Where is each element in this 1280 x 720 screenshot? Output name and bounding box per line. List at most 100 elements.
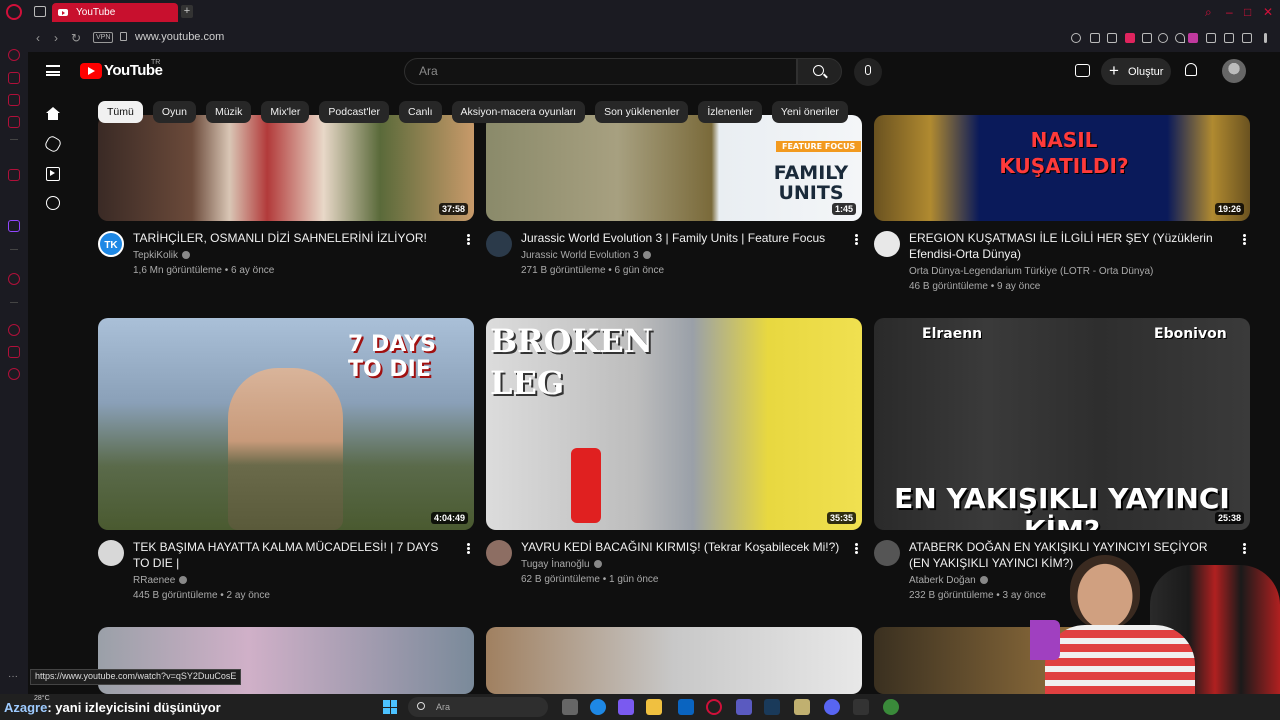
edge-icon[interactable]: [590, 699, 606, 715]
shorts-icon[interactable]: [43, 134, 63, 154]
video-thumbnail[interactable]: BROKEN LEG 35:35: [486, 318, 862, 530]
chat-username: Azagre: [4, 700, 48, 715]
app-icon[interactable]: [794, 699, 810, 715]
steam-icon[interactable]: [764, 699, 780, 715]
chip-all[interactable]: Tümü: [98, 101, 143, 123]
player-icon[interactable]: [8, 273, 20, 285]
more-icon[interactable]: ···: [8, 671, 20, 683]
taskbar-search-placeholder: Ara: [436, 702, 451, 712]
settings-sidebar-icon[interactable]: [8, 368, 20, 380]
teams-icon[interactable]: [736, 699, 752, 715]
channel-avatar[interactable]: [874, 231, 900, 257]
discord-icon[interactable]: [824, 699, 840, 715]
chip-action-adventure[interactable]: Aksiyon-macera oyunları: [451, 101, 586, 123]
file-explorer-icon[interactable]: [646, 699, 662, 715]
more-actions-icon[interactable]: [467, 238, 470, 241]
search-input[interactable]: [419, 64, 779, 78]
menu-icon[interactable]: [1264, 33, 1267, 43]
extensions-sidebar-icon[interactable]: [8, 346, 20, 358]
video-title[interactable]: Jurassic World Evolution 3 | Family Unit…: [521, 230, 841, 246]
more-actions-icon[interactable]: [855, 238, 858, 241]
video-duration: 1:45: [831, 203, 856, 215]
more-actions-icon[interactable]: [467, 547, 470, 550]
back-icon[interactable]: ‹: [36, 31, 40, 45]
thumbnail-text: 7 DAYS TO DIE: [348, 332, 436, 382]
workspace-icon[interactable]: [8, 72, 20, 84]
notifications-bell-icon[interactable]: [1185, 63, 1197, 76]
opera-taskbar-icon[interactable]: [706, 699, 722, 715]
app-icon[interactable]: [883, 699, 899, 715]
channel-name[interactable]: Ataberk Doğan: [909, 575, 988, 586]
you-icon[interactable]: [46, 196, 60, 210]
chip-mixes[interactable]: Mix'ler: [261, 101, 310, 123]
chip-gaming[interactable]: Oyun: [152, 101, 196, 123]
plus-icon: +: [1109, 61, 1119, 80]
more-actions-icon[interactable]: [1243, 238, 1246, 241]
twitch-icon[interactable]: [8, 220, 20, 232]
forward-icon[interactable]: ›: [54, 31, 58, 45]
epic-games-icon[interactable]: [853, 699, 869, 715]
tab-islands-icon[interactable]: [34, 6, 46, 17]
video-title[interactable]: YAVRU KEDİ BACAĞINI KIRMIŞ! (Tekrar Koşa…: [521, 539, 841, 555]
chip-recently-uploaded[interactable]: Son yüklenenler: [595, 101, 689, 123]
music-icon[interactable]: [8, 116, 20, 128]
microphone-icon: [865, 65, 871, 75]
channel-avatar[interactable]: [874, 540, 900, 566]
taskbar-search[interactable]: Ara: [408, 697, 548, 717]
sidebar-divider: [10, 139, 18, 140]
video-thumbnail[interactable]: 7 DAYS TO DIE 4:04:49: [98, 318, 474, 530]
account-avatar[interactable]: [1222, 59, 1246, 83]
channel-name[interactable]: TepkiKolik: [133, 250, 191, 261]
gx-icon[interactable]: [8, 649, 20, 661]
video-meta: 62 B görüntüleme • 1 gün önce: [521, 574, 659, 585]
video-duration: 4:04:49: [430, 512, 468, 524]
video-thumbnail[interactable]: [486, 627, 862, 694]
menu-icon[interactable]: [46, 65, 60, 76]
home-icon[interactable]: [46, 107, 60, 120]
messenger-icon[interactable]: [8, 94, 20, 106]
channel-avatar[interactable]: [486, 540, 512, 566]
close-button[interactable]: ✕: [1263, 5, 1273, 19]
copilot-icon[interactable]: [618, 699, 634, 715]
outlook-icon[interactable]: [678, 699, 694, 715]
more-actions-icon[interactable]: [855, 547, 858, 550]
windows-start-icon[interactable]: [383, 700, 397, 714]
pinboard-icon[interactable]: [8, 169, 20, 181]
subscriptions-icon[interactable]: [46, 167, 60, 181]
youtube-logo-icon[interactable]: [80, 63, 102, 79]
chip-music[interactable]: Müzik: [205, 101, 252, 123]
chip-watched[interactable]: İzlenenler: [698, 101, 762, 123]
chip-podcasts[interactable]: Podcast'ler: [319, 101, 390, 123]
video-meta: 1,6 Mn görüntüleme • 6 ay önce: [133, 265, 275, 276]
task-view-icon[interactable]: [562, 699, 578, 715]
video-meta: 271 B görüntüleme • 6 gün önce: [521, 265, 665, 276]
history-icon[interactable]: [8, 324, 20, 336]
channel-avatar[interactable]: [486, 231, 512, 257]
search-button[interactable]: [797, 58, 842, 85]
chip-new-to-you[interactable]: Yeni öneriler: [771, 101, 848, 123]
video-title[interactable]: TARİHÇİLER, OSMANLI DİZİ SAHNELERİNİ İZL…: [133, 230, 453, 246]
channel-name[interactable]: RRaenee: [133, 575, 188, 586]
create-button[interactable]: + Oluştur: [1101, 58, 1171, 85]
video-thumbnail[interactable]: FEATURE FOCUS FAMILY UNITS 1:45: [486, 115, 862, 221]
opera-logo-icon[interactable]: [6, 4, 22, 20]
chip-live[interactable]: Canlı: [399, 101, 442, 123]
video-title[interactable]: EREGION KUŞATMASI İLE İLGİLİ HER ŞEY (Yü…: [909, 230, 1229, 262]
channel-name[interactable]: Orta Dünya-Legendarium Türkiye (LOTR - O…: [909, 266, 1153, 277]
search-icon: [417, 702, 425, 710]
channel-avatar[interactable]: TK: [98, 231, 124, 257]
reload-icon[interactable]: ↻: [71, 31, 81, 45]
webcam-head: [1070, 555, 1140, 630]
thumbnail-text: BROKEN LEG: [490, 322, 653, 402]
verified-icon: [979, 576, 988, 585]
channel-avatar[interactable]: [98, 540, 124, 566]
voice-search-button[interactable]: [854, 58, 882, 86]
extension-puzzle-icon[interactable]: [1075, 64, 1090, 77]
video-thumbnail[interactable]: Elraenn Ebonivon EN YAKIŞIKLI YAYINCI Kİ…: [874, 318, 1250, 530]
video-thumbnail[interactable]: NASIL KUŞATILDI? 19:26: [874, 115, 1250, 221]
video-title[interactable]: TEK BAŞIMA HAYATTA KALMA MÜCADELESİ! | 7…: [133, 539, 453, 571]
channel-name[interactable]: Tugay İnanoğlu: [521, 559, 602, 570]
video-thumbnail[interactable]: 37:58: [98, 115, 474, 221]
aria-icon[interactable]: [8, 49, 20, 61]
channel-name[interactable]: Jurassic World Evolution 3: [521, 250, 651, 261]
